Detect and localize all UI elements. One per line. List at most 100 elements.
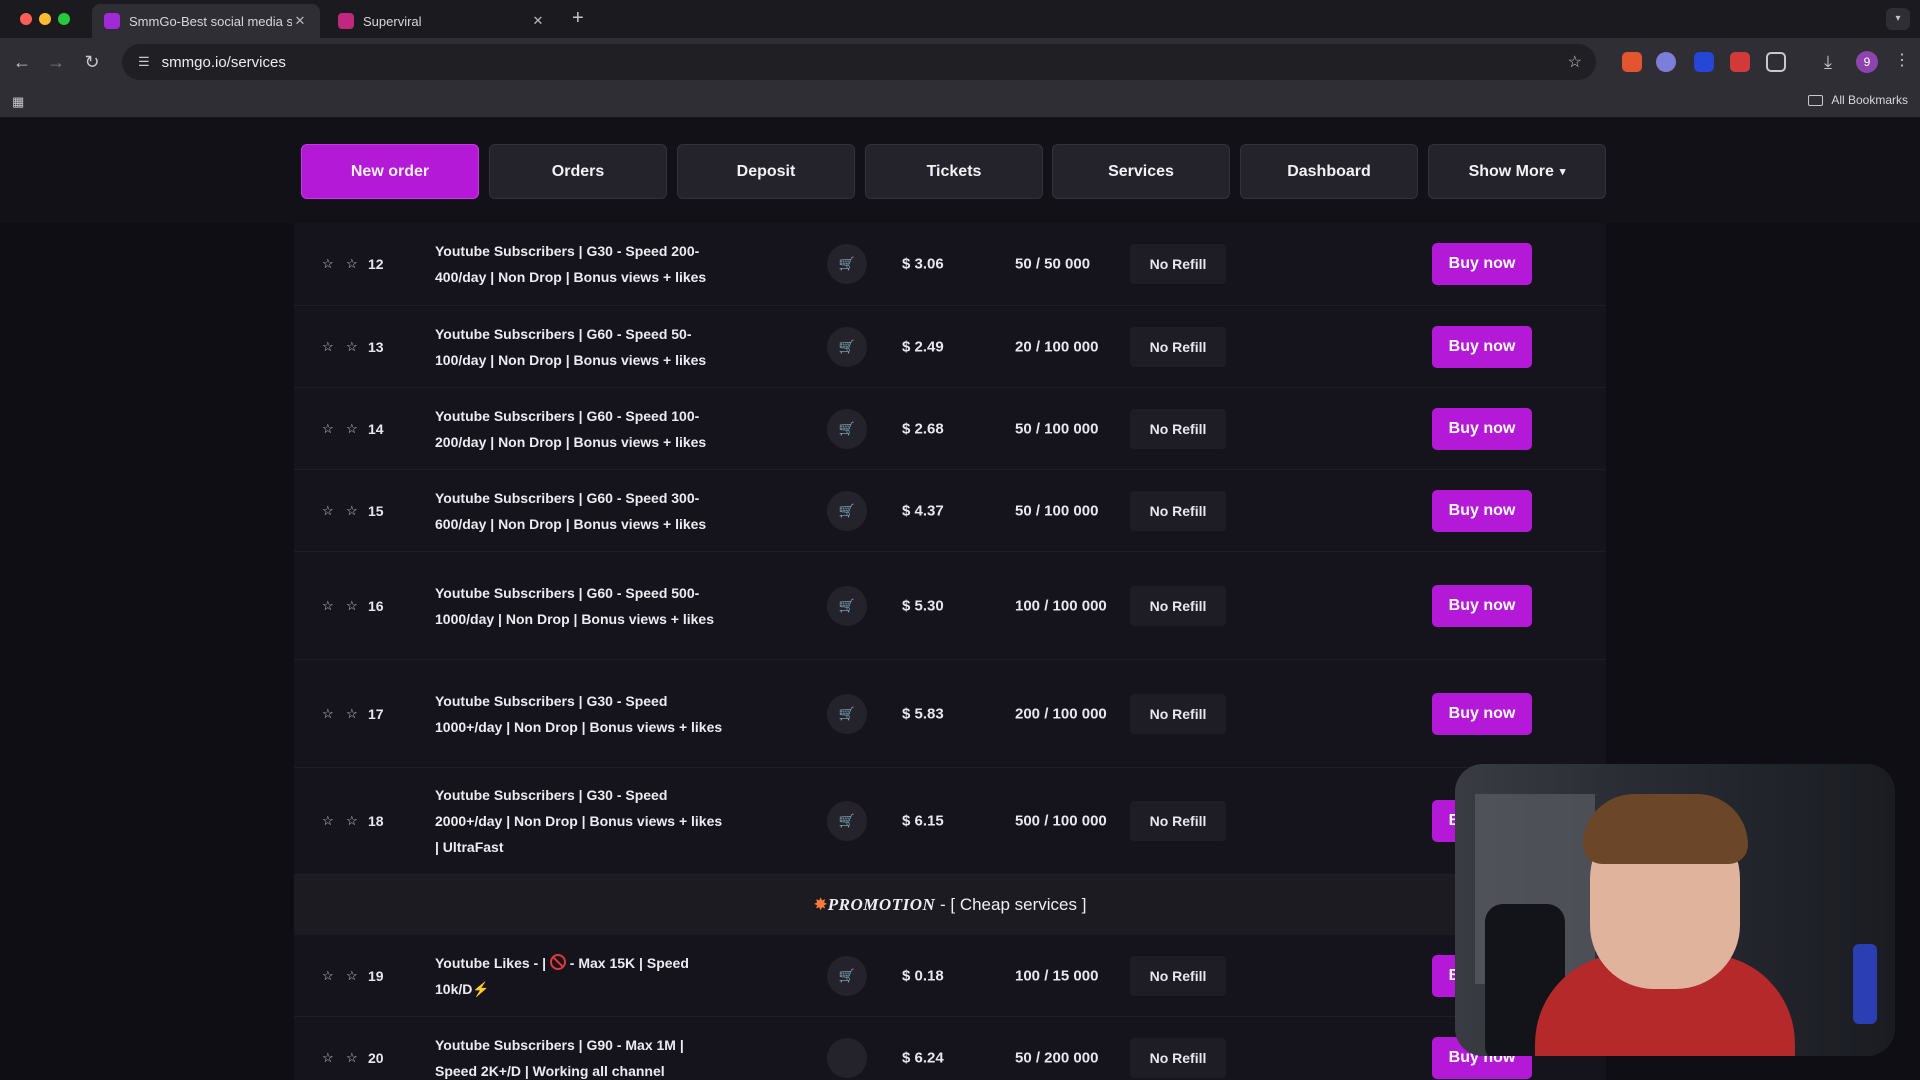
cart-icon[interactable]: 🛒 — [827, 693, 867, 734]
service-price: $ 2.68 — [902, 420, 944, 437]
window-close-button[interactable] — [20, 13, 32, 25]
apps-grid-icon[interactable]: ▦ — [12, 94, 26, 109]
service-min-max: 50 / 100 000 — [1015, 420, 1099, 437]
caret-down-icon: ▾ — [1559, 166, 1566, 178]
service-min-max: 20 / 100 000 — [1015, 338, 1099, 355]
bookmarks-bar: ▦ All Bookmarks — [0, 86, 1920, 118]
buy-now-button[interactable]: Buy now — [1432, 489, 1532, 532]
star-outline-icon[interactable]: ☆ — [346, 256, 358, 272]
service-price: $ 6.24 — [902, 1049, 944, 1066]
service-min-max: 100 / 15 000 — [1015, 967, 1099, 984]
tab-title: Superviral — [363, 13, 422, 29]
star-outline-icon[interactable]: ☆ — [346, 598, 358, 614]
star-outline-icon[interactable]: ☆ — [322, 421, 334, 437]
extension-fox-icon[interactable] — [1622, 52, 1642, 72]
tab-superviral[interactable]: Superviral ✕ — [326, 4, 558, 38]
bookmark-star-icon[interactable]: ☆ — [1568, 52, 1582, 72]
browser-tab-bar: SmmGo-Best social media se ✕ Superviral … — [0, 0, 1920, 38]
cart-icon[interactable] — [827, 1037, 867, 1078]
cart-icon[interactable]: 🛒 — [827, 408, 867, 449]
back-icon[interactable]: ← — [10, 50, 34, 74]
new-tab-icon[interactable]: + — [572, 7, 584, 30]
cart-icon[interactable]: 🛒 — [827, 490, 867, 531]
cart-icon[interactable]: 🛒 — [827, 244, 867, 284]
deposit-button[interactable]: Deposit — [677, 144, 855, 199]
cart-icon[interactable]: 🛒 — [827, 955, 867, 996]
reload-icon[interactable]: ↻ — [80, 50, 104, 74]
forward-icon[interactable]: → — [44, 50, 68, 74]
cart-icon[interactable]: 🛒 — [827, 585, 867, 626]
star-outline-icon[interactable]: ☆ — [322, 1050, 334, 1066]
star-outline-icon[interactable]: ☆ — [346, 1050, 358, 1066]
service-id: 13 — [368, 338, 384, 355]
orders-button[interactable]: Orders — [489, 144, 667, 199]
star-outline-icon[interactable]: ☆ — [322, 706, 334, 722]
service-price: $ 5.83 — [902, 705, 944, 722]
service-id: 16 — [368, 597, 384, 614]
show-more-label: Show More — [1468, 162, 1554, 180]
table-row: ☆ ☆ 18 Youtube Subscribers | G30 - Speed… — [294, 768, 1606, 875]
site-settings-icon[interactable]: ☰ — [138, 54, 150, 70]
service-id: 18 — [368, 813, 384, 829]
star-outline-icon[interactable]: ☆ — [346, 503, 358, 519]
tab-search-icon[interactable]: ▾ — [1886, 8, 1910, 30]
star-outline-icon[interactable]: ☆ — [322, 968, 334, 984]
tickets-button[interactable]: Tickets — [865, 144, 1043, 199]
tab-close-icon[interactable]: ✕ — [292, 13, 308, 29]
star-outline-icon[interactable]: ☆ — [322, 503, 334, 519]
service-price: $ 3.06 — [902, 255, 944, 273]
refill-badge: No Refill — [1130, 585, 1226, 626]
star-outline-icon[interactable]: ☆ — [322, 598, 334, 614]
services-button[interactable]: Services — [1052, 144, 1230, 199]
extension-chat-icon[interactable] — [1656, 52, 1676, 72]
cart-icon[interactable]: 🛒 — [827, 326, 867, 367]
sparkle-icon: ✸ — [813, 895, 828, 914]
tab-close-icon[interactable]: ✕ — [530, 13, 546, 29]
cart-icon[interactable]: 🛒 — [827, 801, 867, 841]
refill-badge: No Refill — [1130, 490, 1226, 531]
all-bookmarks-button[interactable]: All Bookmarks — [1808, 93, 1908, 107]
service-name: Youtube Subscribers | G60 - Speed 50-100… — [435, 325, 707, 368]
service-min-max: 50 / 50 000 — [1015, 255, 1091, 273]
profile-avatar[interactable]: 9 — [1856, 51, 1878, 73]
promotion-subtitle: - [ Cheap services ] — [939, 895, 1087, 914]
star-outline-icon[interactable]: ☆ — [322, 813, 334, 829]
service-min-max: 50 / 100 000 — [1015, 502, 1099, 519]
table-row: ☆ ☆ 13 Youtube Subscribers | G60 - Speed… — [294, 306, 1606, 388]
star-outline-icon[interactable]: ☆ — [346, 968, 358, 984]
extension-badge-icon[interactable] — [1730, 52, 1750, 72]
extensions-puzzle-icon[interactable] — [1766, 52, 1786, 72]
buy-now-button[interactable]: Buy now — [1432, 692, 1532, 735]
buy-now-button[interactable]: Buy now — [1432, 407, 1532, 450]
buy-now-button[interactable]: Buy now — [1432, 325, 1532, 368]
star-outline-icon[interactable]: ☆ — [322, 256, 334, 272]
extension-shield-icon[interactable] — [1694, 52, 1714, 72]
address-bar[interactable]: ☰ smmgo.io/services ☆ — [122, 44, 1596, 80]
show-more-button[interactable]: Show More ▾ — [1428, 144, 1606, 199]
star-outline-icon[interactable]: ☆ — [346, 706, 358, 722]
service-name: Youtube Likes - | - Max 15K | Speed 10k/… — [435, 950, 725, 1002]
buy-now-button[interactable]: Buy now — [1432, 584, 1532, 627]
window-minimize-button[interactable] — [39, 13, 51, 25]
dashboard-button[interactable]: Dashboard — [1240, 144, 1418, 199]
service-id: 15 — [368, 502, 384, 519]
service-name: Youtube Subscribers | G30 - Speed 200-40… — [435, 243, 707, 285]
service-name: Youtube Subscribers | G60 - Speed 100-20… — [435, 407, 707, 450]
webcam-overlay — [1455, 764, 1895, 1056]
table-row: ☆ ☆ 12 Youtube Subscribers | G30 - Speed… — [294, 223, 1606, 306]
window-zoom-button[interactable] — [58, 13, 70, 25]
downloads-icon[interactable]: ⤓ — [1816, 50, 1840, 74]
service-name: Youtube Subscribers | G60 - Speed 300-60… — [435, 489, 707, 532]
buy-now-button[interactable]: Buy now — [1432, 243, 1532, 285]
browser-menu-icon[interactable]: ⋮ — [1894, 50, 1910, 70]
star-outline-icon[interactable]: ☆ — [322, 339, 334, 355]
service-id: 17 — [368, 705, 384, 722]
service-id: 14 — [368, 420, 384, 437]
new-order-button[interactable]: New order — [301, 144, 479, 199]
star-outline-icon[interactable]: ☆ — [346, 813, 358, 829]
table-row: ☆ ☆ 19 Youtube Likes - | - Max 15K | Spe… — [294, 935, 1606, 1017]
tab-smmgo[interactable]: SmmGo-Best social media se ✕ — [92, 4, 320, 38]
star-outline-icon[interactable]: ☆ — [346, 421, 358, 437]
star-outline-icon[interactable]: ☆ — [346, 339, 358, 355]
service-name: Youtube Subscribers | G30 - Speed 2000+/… — [435, 787, 723, 855]
